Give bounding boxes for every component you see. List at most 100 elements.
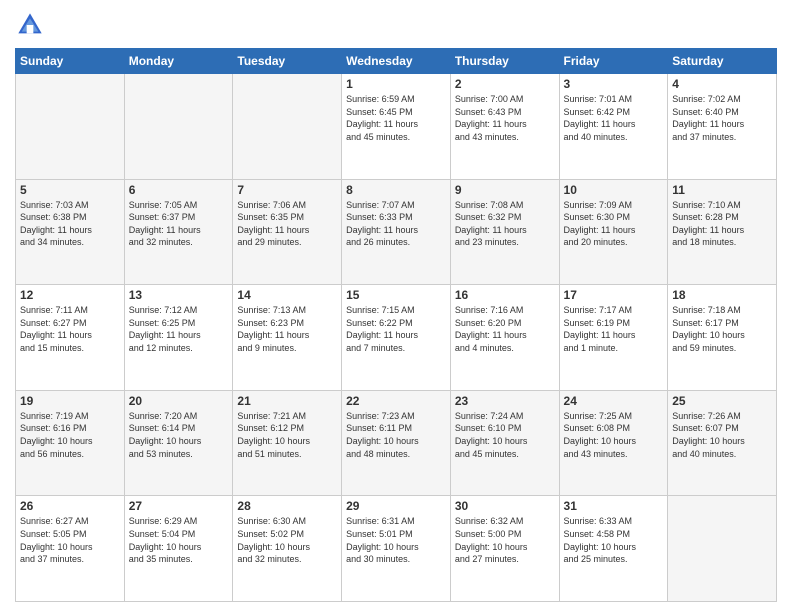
weekday-header-thursday: Thursday: [450, 49, 559, 74]
logo: [15, 10, 49, 40]
calendar-week-row: 5 Sunrise: 7:03 AM Sunset: 6:38 PM Daylig…: [16, 179, 777, 285]
calendar-week-row: 26 Sunrise: 6:27 AM Sunset: 5:05 PM Dayli…: [16, 496, 777, 602]
weekday-header-monday: Monday: [124, 49, 233, 74]
day-number: 14: [237, 288, 337, 302]
calendar-day-10: 10 Sunrise: 7:09 AM Sunset: 6:30 PM Dayli…: [559, 179, 668, 285]
calendar-week-row: 19Sunrise: 7:19 AM Sunset: 6:16 PM Dayli…: [16, 390, 777, 496]
day-number: 2: [455, 77, 555, 91]
day-number: 7: [237, 183, 337, 197]
day-info: Sunrise: 7:23 AM Sunset: 6:11 PM Dayligh…: [346, 410, 446, 460]
day-info: Sunrise: 6:59 AM Sunset: 6:45 PM Dayligh…: [346, 93, 446, 143]
calendar-day-14: 14 Sunrise: 7:13 AM Sunset: 6:23 PM Dayli…: [233, 285, 342, 391]
day-number: 10: [564, 183, 664, 197]
day-info: Sunrise: 7:11 AM Sunset: 6:27 PM Dayligh…: [20, 304, 120, 354]
day-number: 9: [455, 183, 555, 197]
day-number: 26: [20, 499, 120, 513]
day-number: 15: [346, 288, 446, 302]
calendar-day-17: 17 Sunrise: 7:17 AM Sunset: 6:19 PM Dayli…: [559, 285, 668, 391]
calendar-day-31: 31Sunrise: 6:33 AM Sunset: 4:58 PM Dayli…: [559, 496, 668, 602]
calendar-empty-cell: [124, 74, 233, 180]
calendar-day-6: 6 Sunrise: 7:05 AM Sunset: 6:37 PM Daylig…: [124, 179, 233, 285]
day-number: 28: [237, 499, 337, 513]
day-number: 1: [346, 77, 446, 91]
day-info: Sunrise: 7:08 AM Sunset: 6:32 PM Dayligh…: [455, 199, 555, 249]
calendar-day-18: 18 Sunrise: 7:18 AM Sunset: 6:17 PM Dayli…: [668, 285, 777, 391]
page: SundayMondayTuesdayWednesdayThursdayFrid…: [0, 0, 792, 612]
day-info: Sunrise: 7:05 AM Sunset: 6:37 PM Dayligh…: [129, 199, 229, 249]
calendar-day-27: 27 Sunrise: 6:29 AM Sunset: 5:04 PM Dayli…: [124, 496, 233, 602]
calendar-day-13: 13Sunrise: 7:12 AM Sunset: 6:25 PM Dayli…: [124, 285, 233, 391]
calendar-day-15: 15 Sunrise: 7:15 AM Sunset: 6:22 PM Dayli…: [342, 285, 451, 391]
day-number: 23: [455, 394, 555, 408]
calendar-day-3: 3 Sunrise: 7:01 AM Sunset: 6:42 PM Daylig…: [559, 74, 668, 180]
day-info: Sunrise: 7:21 AM Sunset: 6:12 PM Dayligh…: [237, 410, 337, 460]
day-info: Sunrise: 7:00 AM Sunset: 6:43 PM Dayligh…: [455, 93, 555, 143]
day-number: 5: [20, 183, 120, 197]
day-info: Sunrise: 7:19 AM Sunset: 6:16 PM Dayligh…: [20, 410, 120, 460]
day-number: 31: [564, 499, 664, 513]
weekday-header-friday: Friday: [559, 49, 668, 74]
day-info: Sunrise: 6:32 AM Sunset: 5:00 PM Dayligh…: [455, 515, 555, 565]
calendar-day-25: 25 Sunrise: 7:26 AM Sunset: 6:07 PM Dayli…: [668, 390, 777, 496]
calendar-day-22: 22 Sunrise: 7:23 AM Sunset: 6:11 PM Dayli…: [342, 390, 451, 496]
weekday-header-tuesday: Tuesday: [233, 49, 342, 74]
day-number: 12: [20, 288, 120, 302]
day-info: Sunrise: 6:27 AM Sunset: 5:05 PM Dayligh…: [20, 515, 120, 565]
day-number: 25: [672, 394, 772, 408]
day-info: Sunrise: 7:09 AM Sunset: 6:30 PM Dayligh…: [564, 199, 664, 249]
day-info: Sunrise: 7:16 AM Sunset: 6:20 PM Dayligh…: [455, 304, 555, 354]
day-number: 3: [564, 77, 664, 91]
day-number: 20: [129, 394, 229, 408]
day-info: Sunrise: 7:07 AM Sunset: 6:33 PM Dayligh…: [346, 199, 446, 249]
day-number: 6: [129, 183, 229, 197]
weekday-header-sunday: Sunday: [16, 49, 125, 74]
day-info: Sunrise: 7:01 AM Sunset: 6:42 PM Dayligh…: [564, 93, 664, 143]
day-info: Sunrise: 6:29 AM Sunset: 5:04 PM Dayligh…: [129, 515, 229, 565]
calendar-day-5: 5 Sunrise: 7:03 AM Sunset: 6:38 PM Daylig…: [16, 179, 125, 285]
day-number: 22: [346, 394, 446, 408]
day-number: 18: [672, 288, 772, 302]
day-info: Sunrise: 7:24 AM Sunset: 6:10 PM Dayligh…: [455, 410, 555, 460]
day-info: Sunrise: 7:12 AM Sunset: 6:25 PM Dayligh…: [129, 304, 229, 354]
day-info: Sunrise: 7:26 AM Sunset: 6:07 PM Dayligh…: [672, 410, 772, 460]
calendar-day-9: 9 Sunrise: 7:08 AM Sunset: 6:32 PM Daylig…: [450, 179, 559, 285]
day-info: Sunrise: 6:31 AM Sunset: 5:01 PM Dayligh…: [346, 515, 446, 565]
day-info: Sunrise: 7:02 AM Sunset: 6:40 PM Dayligh…: [672, 93, 772, 143]
day-info: Sunrise: 7:10 AM Sunset: 6:28 PM Dayligh…: [672, 199, 772, 249]
weekday-header-row: SundayMondayTuesdayWednesdayThursdayFrid…: [16, 49, 777, 74]
day-info: Sunrise: 7:20 AM Sunset: 6:14 PM Dayligh…: [129, 410, 229, 460]
calendar-day-23: 23 Sunrise: 7:24 AM Sunset: 6:10 PM Dayli…: [450, 390, 559, 496]
day-number: 27: [129, 499, 229, 513]
day-info: Sunrise: 7:17 AM Sunset: 6:19 PM Dayligh…: [564, 304, 664, 354]
day-number: 8: [346, 183, 446, 197]
calendar-day-11: 11 Sunrise: 7:10 AM Sunset: 6:28 PM Dayli…: [668, 179, 777, 285]
day-number: 4: [672, 77, 772, 91]
calendar-day-28: 28Sunrise: 6:30 AM Sunset: 5:02 PM Dayli…: [233, 496, 342, 602]
day-number: 30: [455, 499, 555, 513]
day-number: 11: [672, 183, 772, 197]
calendar-day-26: 26 Sunrise: 6:27 AM Sunset: 5:05 PM Dayli…: [16, 496, 125, 602]
day-info: Sunrise: 7:18 AM Sunset: 6:17 PM Dayligh…: [672, 304, 772, 354]
calendar-day-24: 24Sunrise: 7:25 AM Sunset: 6:08 PM Dayli…: [559, 390, 668, 496]
calendar-day-30: 30 Sunrise: 6:32 AM Sunset: 5:00 PM Dayli…: [450, 496, 559, 602]
calendar-day-20: 20 Sunrise: 7:20 AM Sunset: 6:14 PM Dayli…: [124, 390, 233, 496]
calendar-week-row: 12 Sunrise: 7:11 AM Sunset: 6:27 PM Dayli…: [16, 285, 777, 391]
calendar-empty-cell: [233, 74, 342, 180]
calendar-table: SundayMondayTuesdayWednesdayThursdayFrid…: [15, 48, 777, 602]
day-info: Sunrise: 7:13 AM Sunset: 6:23 PM Dayligh…: [237, 304, 337, 354]
day-info: Sunrise: 7:15 AM Sunset: 6:22 PM Dayligh…: [346, 304, 446, 354]
calendar-empty-cell: [668, 496, 777, 602]
day-number: 16: [455, 288, 555, 302]
calendar-day-29: 29Sunrise: 6:31 AM Sunset: 5:01 PM Dayli…: [342, 496, 451, 602]
calendar-day-4: 4 Sunrise: 7:02 AM Sunset: 6:40 PM Daylig…: [668, 74, 777, 180]
calendar-day-2: 2 Sunrise: 7:00 AM Sunset: 6:43 PM Daylig…: [450, 74, 559, 180]
day-number: 21: [237, 394, 337, 408]
calendar-day-1: 1 Sunrise: 6:59 AM Sunset: 6:45 PM Daylig…: [342, 74, 451, 180]
weekday-header-saturday: Saturday: [668, 49, 777, 74]
calendar-day-7: 7Sunrise: 7:06 AM Sunset: 6:35 PM Daylig…: [233, 179, 342, 285]
day-info: Sunrise: 7:03 AM Sunset: 6:38 PM Dayligh…: [20, 199, 120, 249]
weekday-header-wednesday: Wednesday: [342, 49, 451, 74]
day-number: 24: [564, 394, 664, 408]
day-number: 17: [564, 288, 664, 302]
calendar-day-8: 8 Sunrise: 7:07 AM Sunset: 6:33 PM Daylig…: [342, 179, 451, 285]
